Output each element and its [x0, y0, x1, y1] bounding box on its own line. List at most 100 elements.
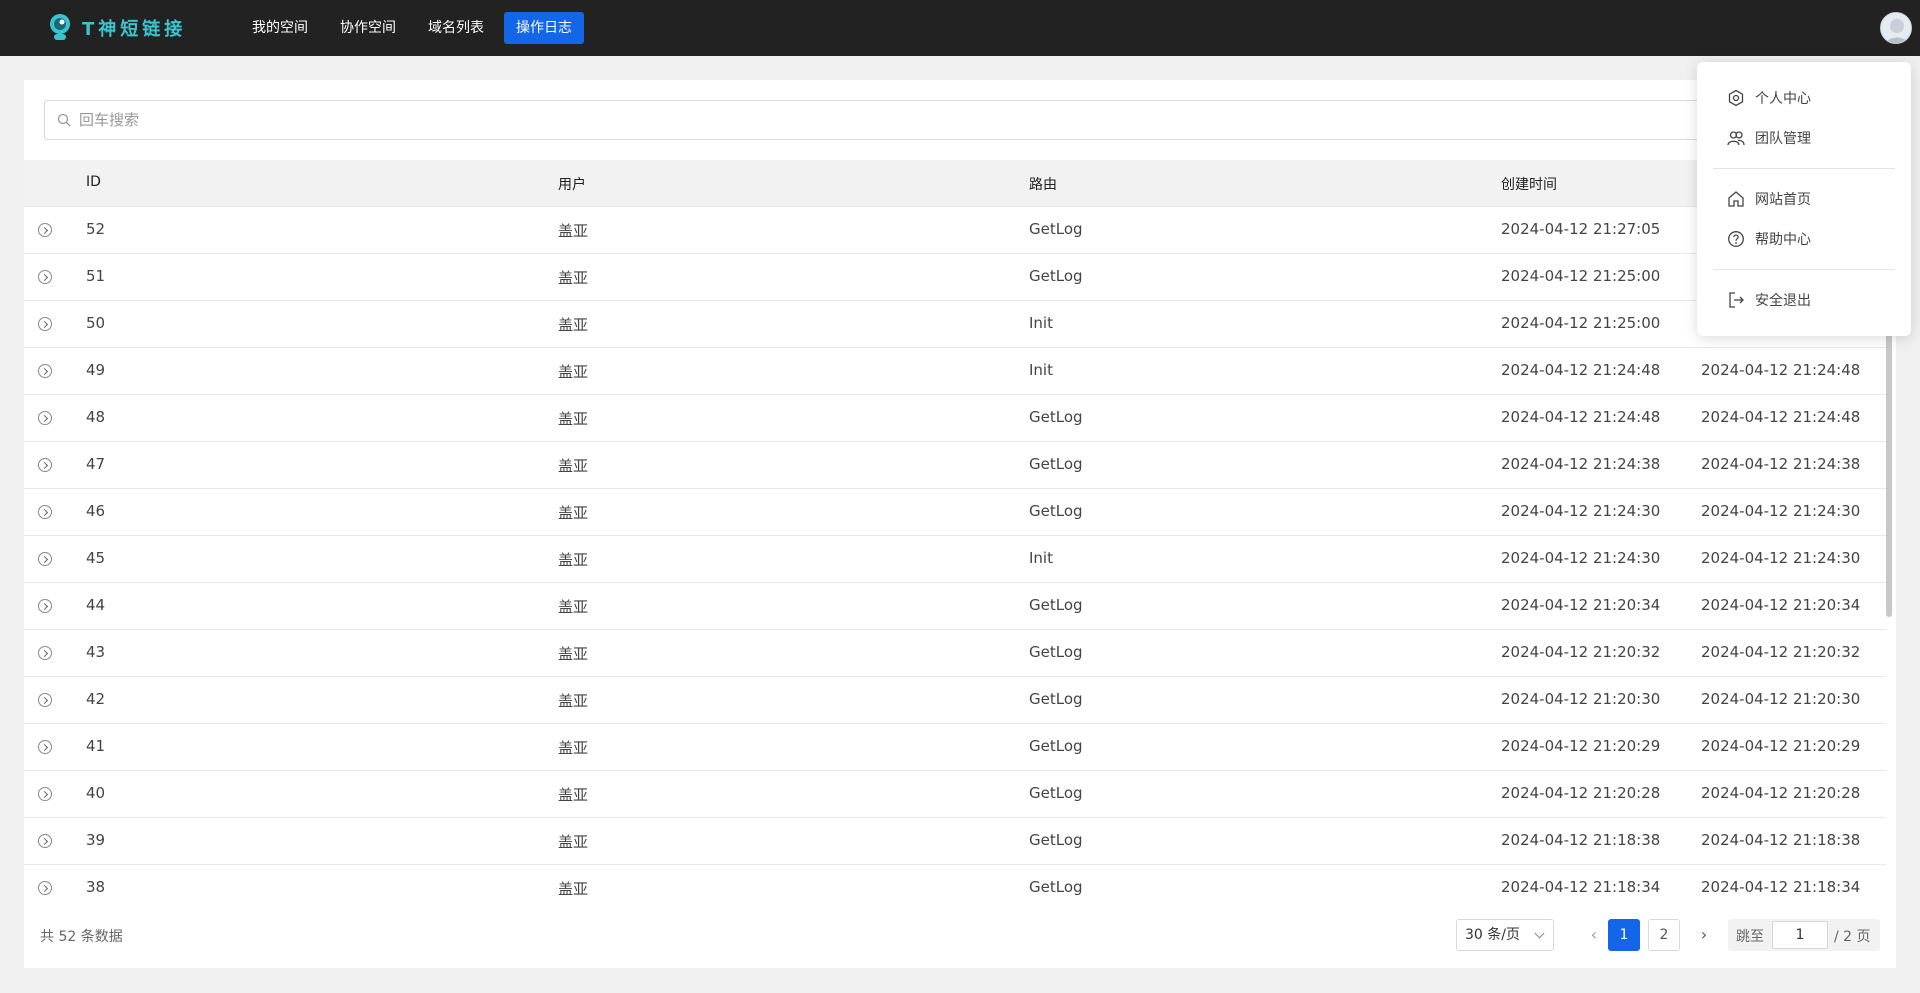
column-header-user[interactable]: 用户 — [558, 174, 586, 194]
page-size-select[interactable]: 30 条/页 — [1456, 919, 1554, 951]
cell-id: 45 — [86, 549, 106, 567]
user-dropdown-menu: 个人中心 团队管理 网站首页 帮助中心 安全退出 — [1697, 62, 1911, 336]
cell-updated: 2024-04-12 21:24:30 — [1701, 502, 1861, 520]
expand-row-icon[interactable] — [38, 223, 52, 237]
cell-created: 2024-04-12 21:24:48 — [1501, 408, 1661, 426]
cell-updated: 2024-04-12 21:20:28 — [1701, 784, 1861, 802]
menu-item-logout[interactable]: 安全退出 — [1727, 288, 1811, 312]
expand-row-icon[interactable] — [38, 740, 52, 754]
cell-route: Init — [1029, 314, 1053, 332]
table-row[interactable]: 43 盖亚 GetLog 2024-04-12 21:20:32 2024-04… — [24, 630, 1886, 677]
cell-id: 47 — [86, 455, 106, 473]
cell-user: 盖亚 — [558, 645, 589, 663]
page-button-2[interactable]: 2 — [1648, 919, 1680, 951]
expand-row-icon[interactable] — [38, 364, 52, 378]
jump-total-pages: / 2 页 — [1834, 929, 1871, 945]
next-page-button[interactable]: › — [1688, 919, 1720, 951]
cell-created: 2024-04-12 21:24:30 — [1501, 549, 1661, 567]
table-row[interactable]: 44 盖亚 GetLog 2024-04-12 21:20:34 2024-04… — [24, 583, 1886, 630]
cell-id: 51 — [86, 267, 106, 285]
menu-item-home[interactable]: 网站首页 — [1727, 187, 1811, 211]
expand-row-icon[interactable] — [38, 317, 52, 331]
jump-page-input[interactable]: 1 — [1772, 921, 1828, 949]
cell-user: 盖亚 — [558, 692, 589, 710]
cell-id: 41 — [86, 737, 106, 755]
menu-item-team[interactable]: 团队管理 — [1727, 126, 1811, 150]
cell-user: 盖亚 — [558, 598, 589, 616]
table-row[interactable]: 49 盖亚 Init 2024-04-12 21:24:48 2024-04-1… — [24, 348, 1886, 395]
cell-user: 盖亚 — [558, 504, 589, 522]
page-button-1[interactable]: 1 — [1608, 919, 1640, 951]
table-row[interactable]: 41 盖亚 GetLog 2024-04-12 21:20:29 2024-04… — [24, 724, 1886, 771]
table-row[interactable]: 48 盖亚 GetLog 2024-04-12 21:24:48 2024-04… — [24, 395, 1886, 442]
home-icon — [1728, 191, 1744, 207]
cell-user: 盖亚 — [558, 410, 589, 428]
page-size-value: 30 条/页 — [1465, 927, 1520, 943]
expand-row-icon[interactable] — [38, 270, 52, 284]
table-row[interactable]: 39 盖亚 GetLog 2024-04-12 21:18:38 2024-04… — [24, 818, 1886, 865]
expand-row-icon[interactable] — [38, 881, 52, 895]
menu-item-label: 团队管理 — [1755, 131, 1811, 147]
nav-item-my-space[interactable]: 我的空间 — [240, 12, 320, 44]
avatar-image — [1881, 13, 1911, 43]
menu-item-label: 网站首页 — [1755, 192, 1811, 208]
nav-item-domain-list[interactable]: 域名列表 — [416, 12, 496, 44]
expand-row-icon[interactable] — [38, 505, 52, 519]
menu-item-profile[interactable]: 个人中心 — [1727, 86, 1811, 110]
cell-created: 2024-04-12 21:24:30 — [1501, 502, 1661, 520]
cell-updated: 2024-04-12 21:20:29 — [1701, 737, 1861, 755]
table-row[interactable]: 47 盖亚 GetLog 2024-04-12 21:24:38 2024-04… — [24, 442, 1886, 489]
menu-item-label: 个人中心 — [1755, 91, 1811, 107]
cell-user: 盖亚 — [558, 739, 589, 757]
table-row[interactable]: 50 盖亚 Init 2024-04-12 21:25:00 — [24, 301, 1886, 348]
cell-id: 42 — [86, 690, 106, 708]
cell-route: GetLog — [1029, 220, 1083, 238]
avatar[interactable] — [1880, 12, 1912, 44]
table-row[interactable]: 51 盖亚 GetLog 2024-04-12 21:25:00 — [24, 254, 1886, 301]
cell-id: 52 — [86, 220, 106, 238]
expand-row-icon[interactable] — [38, 693, 52, 707]
cell-updated: 2024-04-12 21:20:30 — [1701, 690, 1861, 708]
column-header-id[interactable]: ID — [86, 174, 101, 190]
table-row[interactable]: 42 盖亚 GetLog 2024-04-12 21:20:30 2024-04… — [24, 677, 1886, 724]
expand-row-icon[interactable] — [38, 411, 52, 425]
table-row[interactable]: 38 盖亚 GetLog 2024-04-12 21:18:34 2024-04… — [24, 865, 1886, 897]
expand-row-icon[interactable] — [38, 787, 52, 801]
main-nav: 我的空间 协作空间 域名列表 操作日志 — [240, 12, 584, 44]
table-row[interactable]: 52 盖亚 GetLog 2024-04-12 21:27:05 — [24, 207, 1886, 254]
cell-updated: 2024-04-12 21:20:34 — [1701, 596, 1861, 614]
cell-updated: 2024-04-12 21:18:34 — [1701, 878, 1861, 896]
menu-item-label: 安全退出 — [1755, 293, 1811, 309]
expand-row-icon[interactable] — [38, 552, 52, 566]
chevron-down-icon — [1534, 928, 1545, 939]
cell-id: 43 — [86, 643, 106, 661]
cell-created: 2024-04-12 21:18:38 — [1501, 831, 1661, 849]
logo[interactable]: T神短链接 — [46, 12, 186, 44]
cell-route: GetLog — [1029, 784, 1083, 802]
nav-item-collab-space[interactable]: 协作空间 — [328, 12, 408, 44]
expand-row-icon[interactable] — [38, 599, 52, 613]
expand-row-icon[interactable] — [38, 834, 52, 848]
search-box[interactable] — [44, 100, 1704, 140]
expand-row-icon[interactable] — [38, 646, 52, 660]
cell-id: 40 — [86, 784, 106, 802]
prev-page-button[interactable]: ‹ — [1578, 919, 1610, 951]
cell-created: 2024-04-12 21:20:34 — [1501, 596, 1661, 614]
nav-item-operation-log[interactable]: 操作日志 — [504, 12, 584, 44]
cell-user: 盖亚 — [558, 269, 589, 287]
search-input[interactable] — [79, 111, 1561, 129]
cell-created: 2024-04-12 21:25:00 — [1501, 314, 1661, 332]
table-header: ID 用户 路由 创建时间 — [24, 160, 1886, 207]
table-row[interactable]: 40 盖亚 GetLog 2024-04-12 21:20:28 2024-04… — [24, 771, 1886, 818]
jump-label: 跳至 — [1736, 929, 1764, 945]
cell-route: GetLog — [1029, 643, 1083, 661]
cell-route: GetLog — [1029, 267, 1083, 285]
cell-route: Init — [1029, 549, 1053, 567]
column-header-created[interactable]: 创建时间 — [1501, 174, 1557, 194]
page-jumper: 跳至 1 / 2 页 — [1728, 919, 1880, 951]
table-row[interactable]: 46 盖亚 GetLog 2024-04-12 21:24:30 2024-04… — [24, 489, 1886, 536]
table-row[interactable]: 45 盖亚 Init 2024-04-12 21:24:30 2024-04-1… — [24, 536, 1886, 583]
column-header-route[interactable]: 路由 — [1029, 174, 1057, 194]
menu-item-help[interactable]: 帮助中心 — [1727, 227, 1811, 251]
expand-row-icon[interactable] — [38, 458, 52, 472]
